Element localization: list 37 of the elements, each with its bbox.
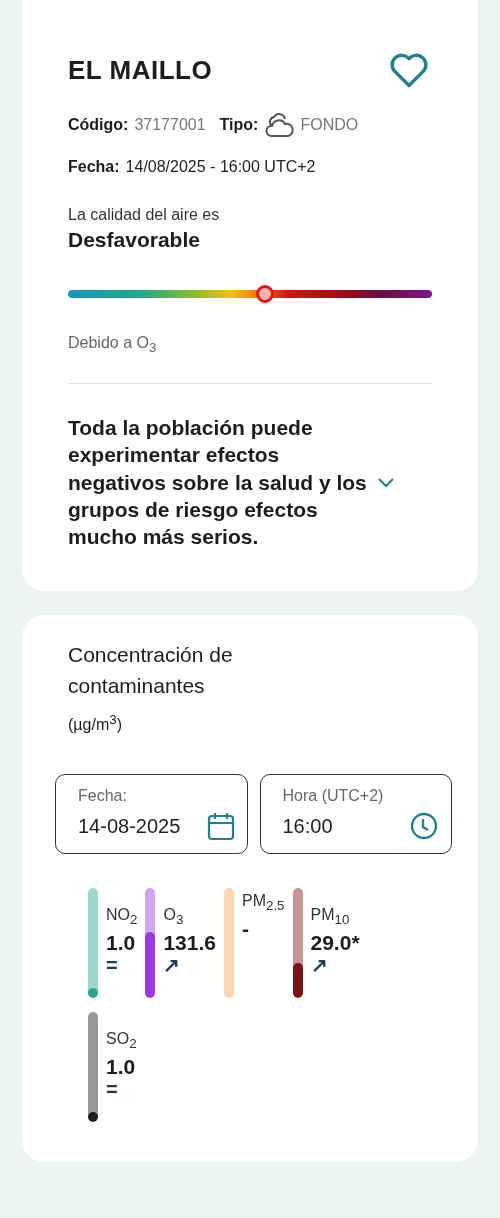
cause-text: Debido a O$_{3}$ [68, 334, 157, 351]
pollutant-value: - [242, 917, 250, 942]
health-description: Toda la población puede experimentar efectos negativos sobre la salud y los grupos de riesgo efectos mucho más serios. [68, 415, 368, 551]
type-label: Tipo: [219, 116, 259, 134]
date-label: Fecha: [68, 158, 120, 176]
code-value: 37177001 [134, 116, 206, 134]
field-label: Fecha: [78, 787, 128, 805]
pollutant-name: PM$_{10}$ [310, 906, 350, 923]
quality-intro: La calidad del aire es [68, 206, 221, 224]
quality-status: Desfavorable [68, 228, 201, 252]
time-field[interactable]: Hora (UTC+2) 16:00 [259, 774, 452, 854]
calendar-icon[interactable] [206, 811, 235, 841]
date-field[interactable]: Fecha: 14-08-2025 [55, 774, 248, 854]
field-value: 14-08-2025 [78, 814, 181, 838]
pollutant-name: SO$_{2}$ [106, 1030, 137, 1047]
clouds-icon [264, 112, 295, 138]
pollutant-value: 1.0 [106, 931, 137, 956]
pollutant-name: O$_{3}$ [163, 906, 184, 923]
pollutant-value: 1.0 [106, 1055, 137, 1080]
pollutant-name: NO$_{2}$ [106, 906, 138, 923]
pollutant-value: 29.0* [310, 931, 360, 956]
field-value: 16:00 [282, 814, 333, 838]
code-label: Código: [68, 116, 129, 134]
chevron-icon [377, 476, 395, 489]
trend-indicator: ↗ [163, 955, 182, 976]
station-name: EL MAILLO [68, 54, 213, 86]
type-value: FONDO [300, 116, 359, 134]
section-title: Concentración de contaminantes [68, 641, 234, 700]
unit-label: (µg/m$^{3}$) [68, 716, 122, 733]
trend-indicator: = [106, 1079, 119, 1100]
pollutant-name: PM$_{2.5}$ [242, 892, 285, 909]
trend-indicator: ↗ [310, 955, 329, 976]
trend-indicator: = [106, 955, 119, 976]
date-value: 14/08/2025 - 16:00 UTC+2 [125, 158, 316, 176]
clock-icon[interactable] [409, 811, 439, 841]
pollutant-value: 131.6 [163, 931, 216, 956]
field-label: Hora (UTC+2) [282, 787, 385, 805]
